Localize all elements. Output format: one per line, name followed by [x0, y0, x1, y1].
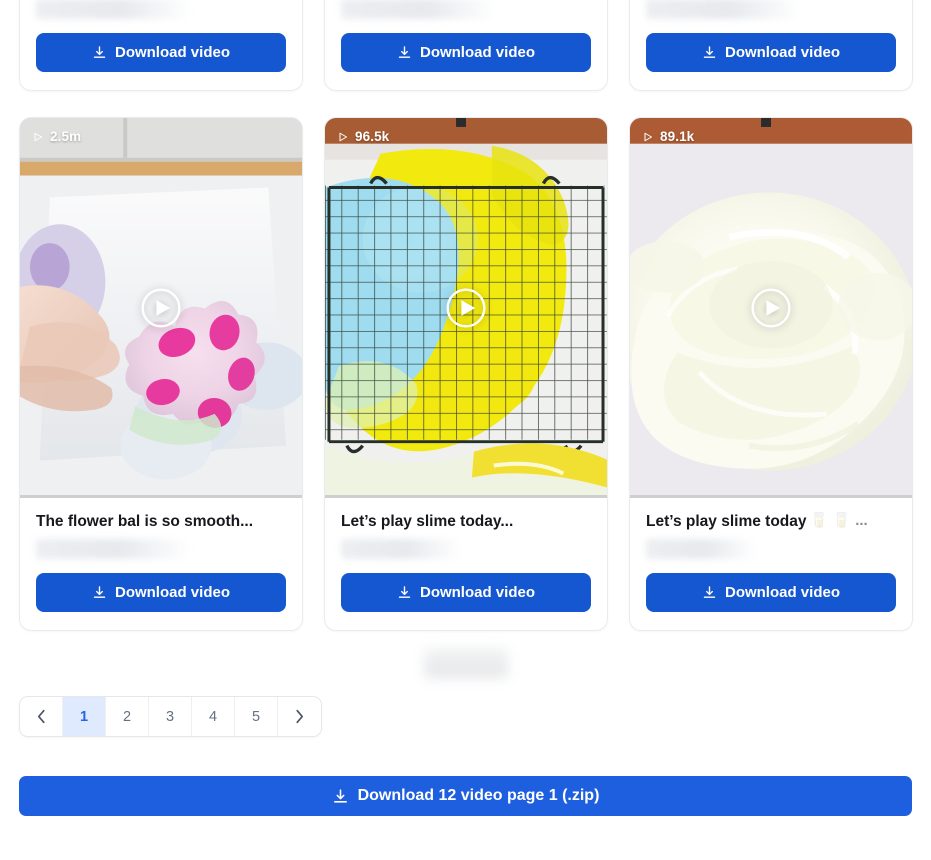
- blurred-meta-bar: [36, 0, 191, 19]
- video-title: Let’s play slime today 🥛 🥛 ...: [646, 512, 896, 531]
- blurred-meta-bar: [646, 0, 801, 19]
- play-triangle-icon: [644, 132, 652, 141]
- video-results-row-top: Download video Download video Download v…: [19, 0, 914, 91]
- video-card[interactable]: Download video: [324, 0, 608, 91]
- download-video-button[interactable]: Download video: [36, 573, 286, 613]
- video-card[interactable]: 89.1k Let’s play slime today 🥛 🥛 ... Dow…: [629, 117, 913, 632]
- results-page: Download video Download video Download v…: [0, 0, 931, 860]
- blurred-meta-bar: [36, 539, 191, 560]
- video-title-emoji: 🥛 🥛 ...: [809, 512, 868, 530]
- pagination-prev-button[interactable]: [20, 697, 63, 736]
- download-icon: [93, 586, 106, 599]
- download-zip-label: Download 12 video page 1 (.zip): [357, 787, 600, 804]
- video-title-text: The flower bal is so smooth...: [36, 513, 254, 530]
- download-video-button[interactable]: Download video: [646, 33, 896, 72]
- video-card[interactable]: 96.5k Let’s play slime today... Download…: [324, 117, 608, 632]
- view-count-label: 96.5k: [355, 129, 390, 144]
- video-card-body: The flower bal is so smooth... Download …: [20, 498, 302, 630]
- download-video-label: Download video: [419, 44, 535, 61]
- download-video-label: Download video: [114, 584, 230, 602]
- view-count-label: 89.1k: [660, 129, 695, 144]
- download-video-label: Download video: [724, 584, 840, 602]
- view-count-badge: 2.5m: [32, 129, 81, 144]
- blurred-meta-bar: [646, 539, 756, 560]
- blurred-meta-bar: [341, 539, 461, 560]
- video-title-text: Let’s play slime today...: [341, 513, 514, 530]
- video-card[interactable]: 2.5m The flower bal is so smooth... Down…: [19, 117, 303, 632]
- pagination-page-4[interactable]: 4: [192, 697, 235, 736]
- download-icon: [398, 586, 411, 599]
- download-video-label: Download video: [114, 44, 230, 61]
- play-button-overlay[interactable]: [749, 286, 793, 330]
- video-card-body: Let’s play slime today... Download video: [325, 498, 607, 630]
- pagination-page-1[interactable]: 1: [63, 697, 106, 736]
- video-title-text: Let’s play slime today: [646, 513, 807, 530]
- play-triangle-icon: [34, 132, 42, 141]
- video-card-body: Download video: [20, 0, 302, 90]
- video-title: Let’s play slime today...: [341, 512, 591, 531]
- download-zip-button[interactable]: Download 12 video page 1 (.zip): [19, 776, 912, 816]
- download-icon: [93, 46, 106, 58]
- video-results-row-main: 2.5m The flower bal is so smooth... Down…: [19, 117, 914, 632]
- view-count-badge: 96.5k: [337, 129, 389, 144]
- download-icon: [703, 46, 716, 58]
- download-video-button[interactable]: Download video: [341, 33, 591, 72]
- download-video-label: Download video: [724, 44, 840, 61]
- video-card-body: Download video: [325, 0, 607, 90]
- download-icon: [703, 586, 716, 599]
- blurred-banner-placeholder: [424, 648, 508, 678]
- download-video-button[interactable]: Download video: [646, 573, 896, 613]
- pagination-page-3[interactable]: 3: [149, 697, 192, 736]
- play-button-overlay[interactable]: [139, 286, 183, 330]
- video-thumbnail[interactable]: 89.1k: [630, 118, 912, 498]
- video-card[interactable]: Download video: [629, 0, 913, 91]
- pagination-next-button[interactable]: [278, 697, 321, 736]
- chevron-right-icon: [296, 709, 304, 724]
- download-icon: [398, 46, 411, 58]
- blurred-meta-bar: [341, 0, 496, 19]
- pagination-page-2[interactable]: 2: [106, 697, 149, 736]
- view-count-label: 2.5m: [50, 129, 82, 144]
- download-video-button[interactable]: Download video: [36, 33, 286, 72]
- video-card-body: Download video: [630, 0, 912, 90]
- download-icon: [333, 788, 347, 803]
- pagination[interactable]: 1 2 3 4 5: [19, 696, 322, 737]
- download-video-button[interactable]: Download video: [341, 573, 591, 613]
- video-thumbnail[interactable]: 2.5m: [20, 118, 302, 498]
- view-count-badge: 89.1k: [642, 129, 694, 144]
- video-card[interactable]: Download video: [19, 0, 303, 91]
- video-title: The flower bal is so smooth...: [36, 512, 286, 531]
- chevron-left-icon: [37, 709, 45, 724]
- video-thumbnail[interactable]: 96.5k: [325, 118, 607, 498]
- video-card-body: Let’s play slime today 🥛 🥛 ... Download …: [630, 498, 912, 630]
- pagination-page-5[interactable]: 5: [235, 697, 278, 736]
- download-video-label: Download video: [419, 584, 535, 602]
- play-triangle-icon: [339, 132, 347, 141]
- play-button-overlay[interactable]: [444, 286, 488, 330]
